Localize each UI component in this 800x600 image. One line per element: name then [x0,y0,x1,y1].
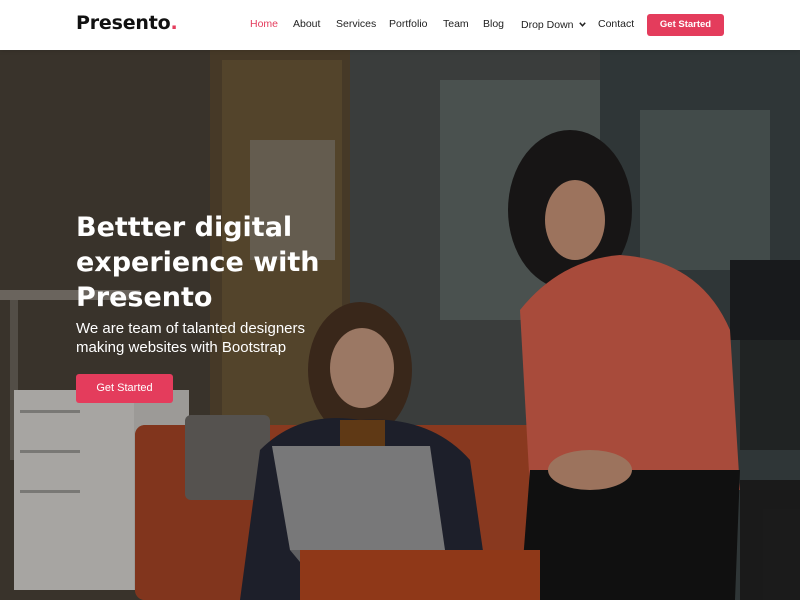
hero-title-line: experience with [76,247,320,278]
nav-item-dropdown-label: Drop Down [521,19,574,31]
nav-item-about[interactable]: About [293,18,320,30]
brand-name: Presento [76,12,171,34]
hero-subtitle-line: making websites with Bootstrap [76,338,287,356]
hero-get-started-button[interactable]: Get Started [76,374,173,403]
header-get-started-button[interactable]: Get Started [647,14,724,36]
nav-item-home[interactable]: Home [250,18,278,30]
hero-title: Bettter digital experience with Presento [76,210,406,315]
hero-subtitle: We are team of talanted designers making… [76,320,376,357]
nav-item-contact[interactable]: Contact [598,18,634,30]
nav-item-dropdown[interactable]: Drop Down [521,18,586,31]
brand-dot: . [170,12,178,34]
hero-title-line: Presento [76,282,213,313]
chevron-down-icon [578,18,586,30]
nav-item-team[interactable]: Team [443,18,469,30]
hero-subtitle-line: We are team of talanted designers [76,320,306,337]
nav-item-blog[interactable]: Blog [483,18,504,30]
hero-title-line: Bettter digital [76,212,293,243]
nav-item-services[interactable]: Services [336,18,376,30]
nav-item-portfolio[interactable]: Portfolio [389,18,428,30]
brand-logo[interactable]: Presento. [76,12,178,34]
site-header: Presento. Home About Services Portfolio … [0,0,800,50]
